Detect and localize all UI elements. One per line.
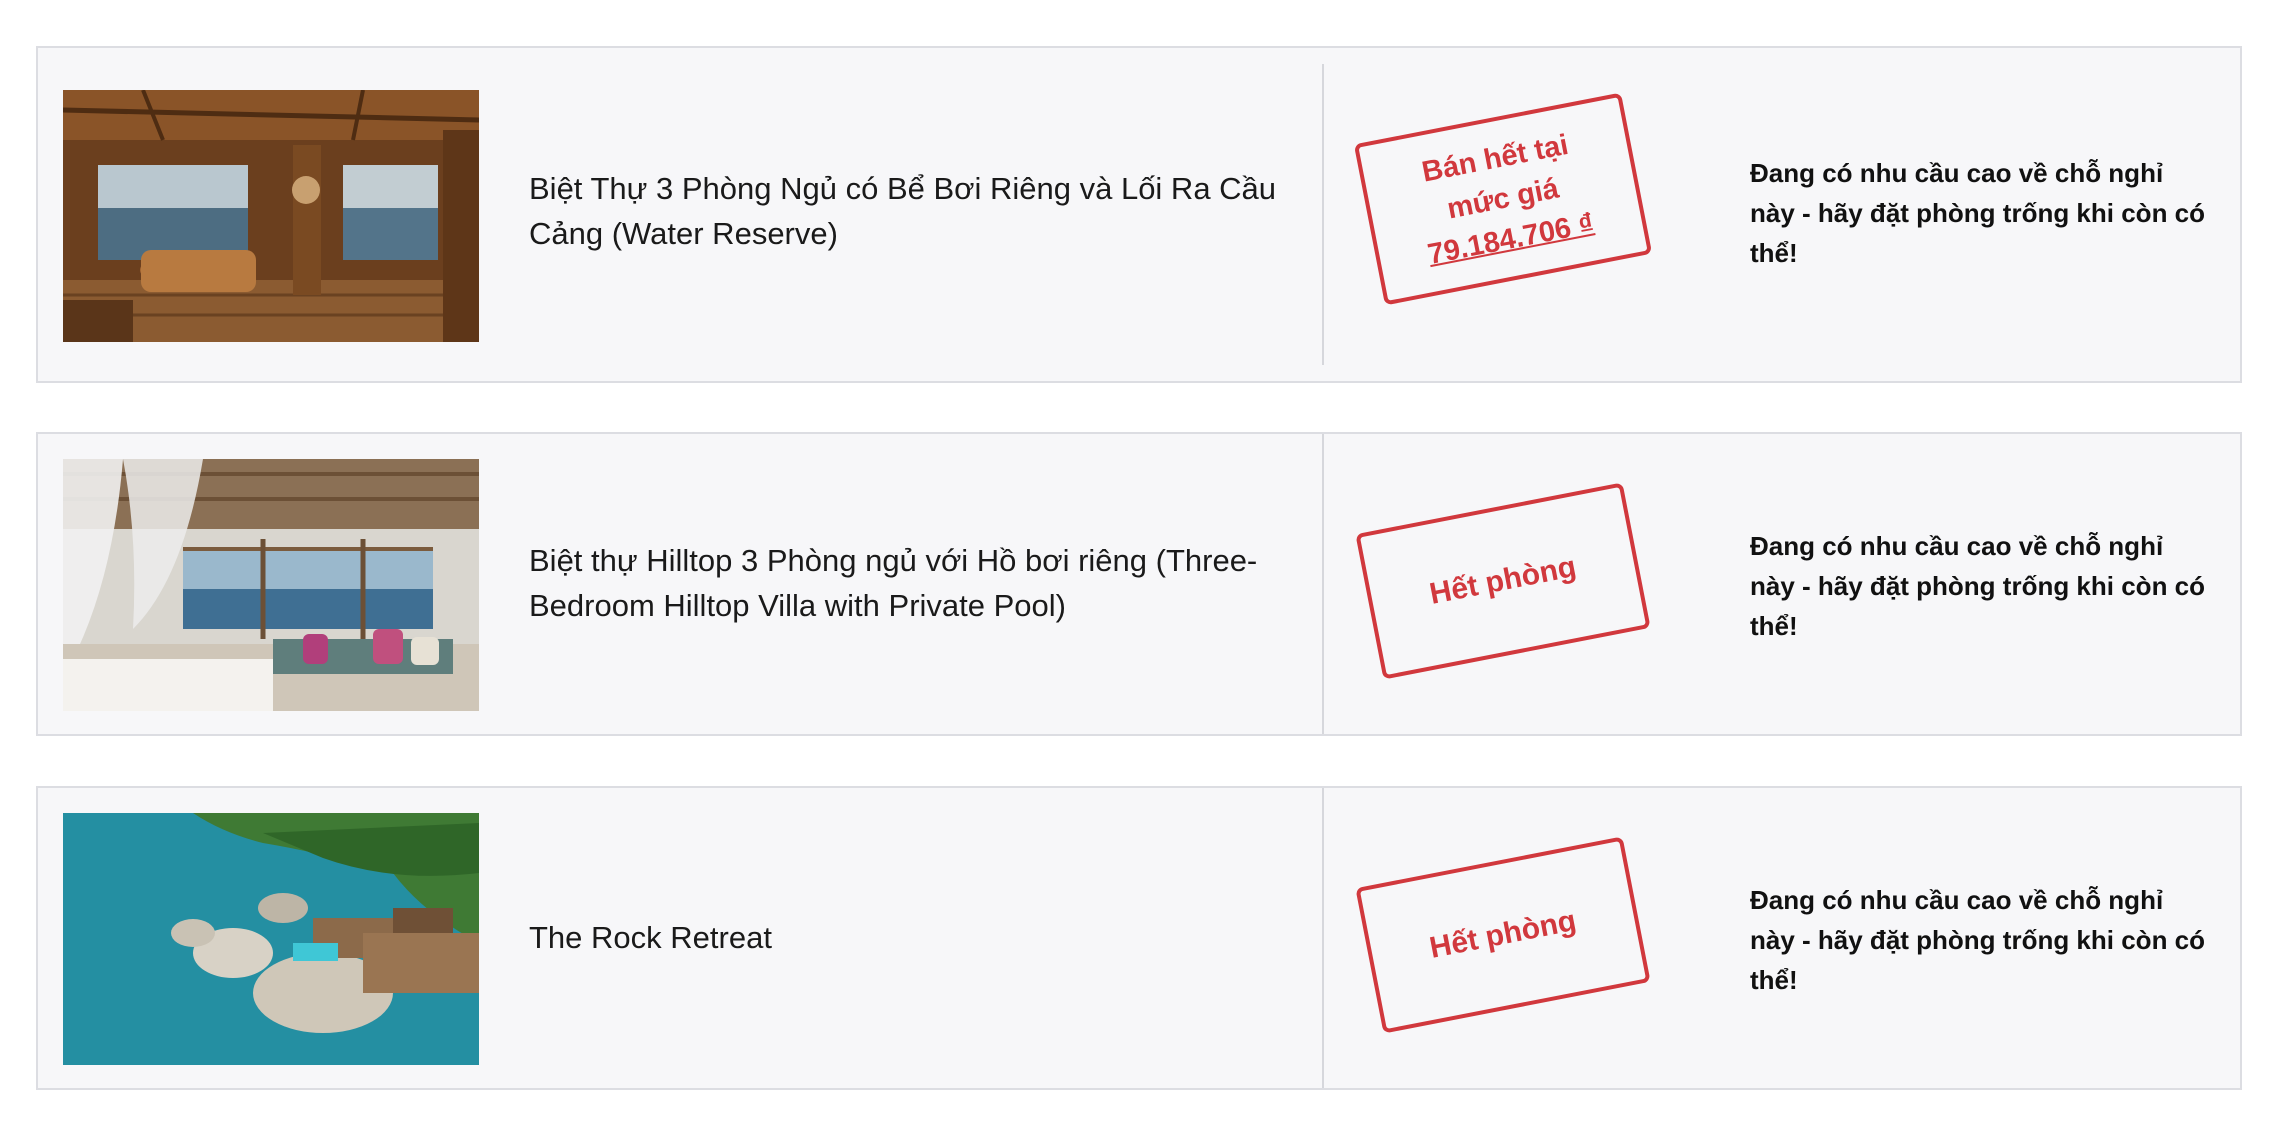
room-name[interactable]: The Rock Retreat — [529, 892, 1309, 982]
room-photo-image — [63, 813, 479, 1065]
room-card: The Rock Retreat Hết phòng Đang có nhu c… — [36, 786, 2242, 1090]
room-card: Biệt thự Hilltop 3 Phòng ngủ với Hồ bơi … — [36, 432, 2242, 736]
high-demand-notice: Đang có nhu cầu cao về chỗ nghỉ này - hã… — [1750, 885, 2206, 995]
sold-out-price-stamp: Bán hết tại mức giá 79.184.706 ₫ — [1353, 92, 1653, 306]
high-demand-notice: Đang có nhu cầu cao về chỗ nghỉ này - hã… — [1750, 158, 2206, 268]
card-divider — [1322, 434, 1324, 734]
sold-out-stamp: Hết phòng — [1355, 482, 1651, 680]
card-divider — [1322, 64, 1324, 365]
stamp-label: Hết phòng — [1426, 904, 1579, 965]
room-photo-water-reserve-villa[interactable] — [63, 90, 479, 342]
room-photo-image — [63, 90, 479, 342]
stamp-label: Hết phòng — [1426, 550, 1579, 611]
room-card: Biệt Thự 3 Phòng Ngủ có Bể Bơi Riêng và … — [36, 46, 2242, 383]
room-name[interactable]: Biệt Thự 3 Phòng Ngủ có Bể Bơi Riêng và … — [529, 166, 1309, 256]
room-list: Biệt Thự 3 Phòng Ngủ có Bể Bơi Riêng và … — [0, 0, 2293, 1130]
room-name[interactable]: Biệt thự Hilltop 3 Phòng ngủ với Hồ bơi … — [529, 538, 1309, 628]
room-photo-image — [63, 459, 479, 711]
sold-out-stamp: Hết phòng — [1355, 836, 1651, 1034]
high-demand-notice: Đang có nhu cầu cao về chỗ nghỉ này - hã… — [1750, 531, 2206, 641]
room-photo-hilltop-villa[interactable] — [63, 459, 479, 711]
card-divider — [1322, 788, 1324, 1088]
room-photo-rock-retreat[interactable] — [63, 813, 479, 1065]
